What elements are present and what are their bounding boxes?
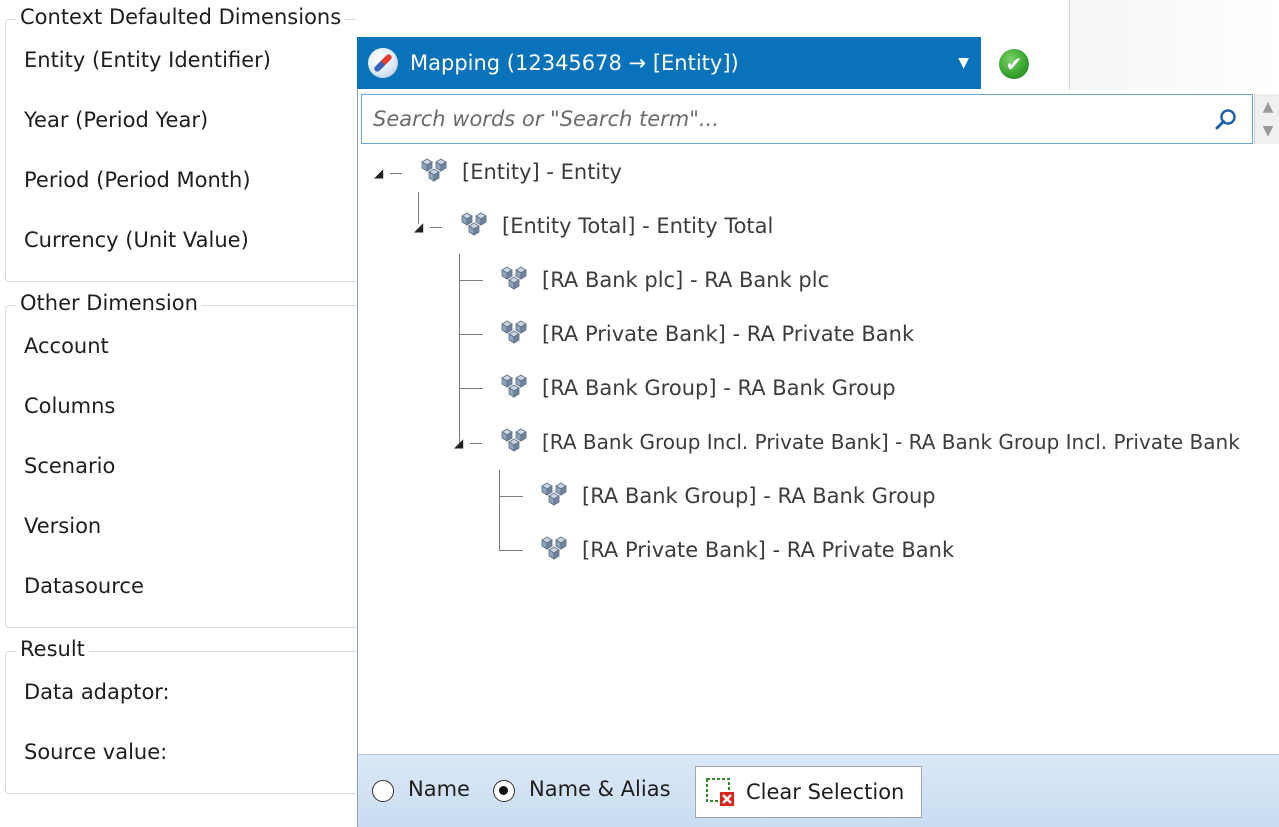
scroll-down-icon[interactable]: ▼ xyxy=(1258,121,1278,141)
search-icon[interactable] xyxy=(1214,107,1238,131)
row-label: Year (Period Year) xyxy=(24,108,209,132)
tree-item-label: [Entity] - Entity xyxy=(462,160,622,184)
tree-item[interactable]: [Entity] - Entity xyxy=(420,157,622,187)
group-title: Result xyxy=(16,637,89,661)
row-label: Source value: xyxy=(24,740,168,764)
tree-item[interactable]: [RA Private Bank] - RA Private Bank xyxy=(500,319,914,349)
tree-line xyxy=(499,470,500,550)
tree-item[interactable]: [RA Private Bank] - RA Private Bank xyxy=(540,535,954,565)
search-input[interactable] xyxy=(371,106,1191,132)
cubes-icon xyxy=(501,374,527,398)
popup-footer: Name Name & Alias Clear Selection xyxy=(358,754,1279,827)
tree-item-label: [Entity Total] - Entity Total xyxy=(502,214,774,238)
compass-icon xyxy=(368,48,398,78)
group-title: Other Dimension xyxy=(16,291,202,315)
tree-item-label: [RA Bank Group] - RA Bank Group xyxy=(582,484,936,508)
tree-item-label: [RA Private Bank] - RA Private Bank xyxy=(542,322,915,346)
context-dimensions-group: Context Defaulted Dimensions Entity (Ent… xyxy=(5,5,356,282)
name-radio[interactable] xyxy=(372,780,394,802)
group-title: Context Defaulted Dimensions xyxy=(16,5,346,29)
tree-item-label: [RA Private Bank] - RA Private Bank xyxy=(582,538,955,562)
tree-line xyxy=(390,173,402,174)
cubes-icon xyxy=(501,320,527,344)
cubes-icon xyxy=(421,158,447,182)
dropdown-popup: ▲ ▼ ◢ ◢ ◢ [Entity] - Entity [Entity Tota… xyxy=(357,90,1279,827)
background-panel xyxy=(1069,0,1279,93)
row-label: Entity (Entity Identifier) xyxy=(24,48,271,72)
expand-toggle-icon[interactable]: ◢ xyxy=(414,220,423,234)
search-box[interactable] xyxy=(361,94,1253,144)
row-label: Version xyxy=(24,514,102,538)
row-label: Period (Period Month) xyxy=(24,168,251,192)
tree-item[interactable]: [RA Bank Group Incl. Private Bank] - RA … xyxy=(500,427,1240,457)
result-group: Result Data adaptor: Source value: xyxy=(5,637,356,794)
name-alias-radio-label[interactable]: Name & Alias xyxy=(529,777,671,801)
tree-line xyxy=(499,550,523,551)
clear-selection-button[interactable]: Clear Selection xyxy=(695,766,922,818)
cubes-icon xyxy=(461,212,487,236)
tree-line xyxy=(459,254,460,444)
tree-line xyxy=(499,496,523,497)
clear-selection-icon xyxy=(706,778,734,806)
row-label: Account xyxy=(24,334,109,358)
tree-item[interactable]: [Entity Total] - Entity Total xyxy=(460,211,773,241)
tree-line xyxy=(459,388,483,389)
name-alias-radio[interactable] xyxy=(493,780,515,802)
clear-selection-label: Clear Selection xyxy=(746,780,905,804)
expand-toggle-icon[interactable]: ◢ xyxy=(454,436,463,450)
mapping-dropdown[interactable]: Mapping (12345678 → [Entity]) ▼ xyxy=(357,37,981,89)
row-label: Currency (Unit Value) xyxy=(24,228,249,252)
scrollbar[interactable]: ▲ ▼ xyxy=(1254,94,1279,144)
tree-item-label: [RA Bank Group] - RA Bank Group xyxy=(542,376,896,400)
cubes-icon xyxy=(501,266,527,290)
row-label: Data adaptor: xyxy=(24,680,170,704)
cubes-icon xyxy=(541,536,567,560)
tree-line xyxy=(430,227,442,228)
tree-item-label: [RA Bank Group Incl. Private Bank] - RA … xyxy=(542,430,1240,454)
name-radio-label[interactable]: Name xyxy=(408,777,470,801)
expand-toggle-icon[interactable]: ◢ xyxy=(374,166,383,180)
tree-item[interactable]: [RA Bank plc] - RA Bank plc xyxy=(500,265,829,295)
cubes-icon xyxy=(541,482,567,506)
tree-item[interactable]: [RA Bank Group] - RA Bank Group xyxy=(540,481,936,511)
tree-item[interactable]: [RA Bank Group] - RA Bank Group xyxy=(500,373,896,403)
cubes-icon xyxy=(501,428,527,452)
row-label: Datasource xyxy=(24,574,144,598)
row-label: Scenario xyxy=(24,454,116,478)
tree-line xyxy=(459,334,483,335)
other-dimension-group: Other Dimension Account Columns Scenario… xyxy=(5,291,356,628)
tree-line xyxy=(459,280,483,281)
chevron-down-icon[interactable]: ▼ xyxy=(958,55,969,71)
tree-item-label: [RA Bank plc] - RA Bank plc xyxy=(542,268,830,292)
check-icon[interactable]: ✔ xyxy=(999,49,1029,79)
tree-line xyxy=(470,443,482,444)
dropdown-selected-value: Mapping (12345678 → [Entity]) xyxy=(410,51,739,75)
scroll-up-icon[interactable]: ▲ xyxy=(1258,97,1278,117)
row-label: Columns xyxy=(24,394,116,418)
